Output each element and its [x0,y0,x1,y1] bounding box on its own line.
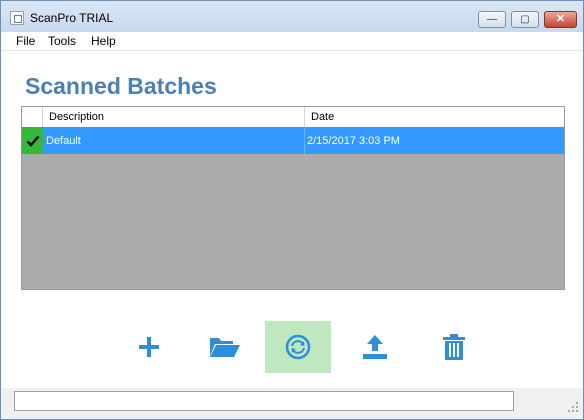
status-text [14,391,514,411]
app-icon [10,11,24,25]
plus-icon [139,337,159,357]
sync-icon [285,334,311,360]
grid-header: Description Date [22,107,564,128]
row-selected-check[interactable] [22,127,43,154]
cell-date: 2/15/2017 3:03 PM [307,135,400,147]
close-button[interactable]: ✕ [544,11,577,28]
folder-open-icon [210,338,240,357]
column-header-description[interactable]: Description [43,107,305,127]
upload-icon [363,335,387,359]
minimize-icon: — [487,13,497,25]
app-window: ScanPro TRIAL — ▢ ✕ File Tools Help Scan… [0,0,584,420]
add-batch-button[interactable] [116,321,182,373]
window-title: ScanPro TRIAL [30,11,114,25]
menu-bar: File Tools Help [1,32,583,51]
main-content: Scanned Batches Description Date Default… [1,51,583,419]
batches-grid[interactable]: Description Date Default 2/15/2017 3:03 … [21,106,565,290]
page-title: Scanned Batches [25,73,217,99]
column-header-select[interactable] [22,107,43,127]
column-header-date[interactable]: Date [305,107,564,127]
sync-button[interactable] [265,321,331,373]
open-folder-button[interactable] [192,321,258,373]
maximize-icon: ▢ [520,13,530,25]
trash-icon [443,334,465,360]
checkmark-icon [26,135,39,147]
close-icon: ✕ [555,13,566,25]
status-bar [1,388,583,419]
menu-file[interactable]: File [16,34,35,48]
minimize-button[interactable]: — [478,11,506,28]
menu-tools[interactable]: Tools [48,34,76,48]
menu-help[interactable]: Help [91,34,116,48]
delete-button[interactable] [421,321,487,373]
cell-description: Default [43,127,305,154]
title-bar[interactable]: ScanPro TRIAL — ▢ ✕ [1,1,583,32]
upload-button[interactable] [342,321,408,373]
maximize-button[interactable]: ▢ [511,11,539,28]
resize-grip-icon[interactable] [567,401,579,413]
table-row[interactable]: Default 2/15/2017 3:03 PM [22,127,564,154]
